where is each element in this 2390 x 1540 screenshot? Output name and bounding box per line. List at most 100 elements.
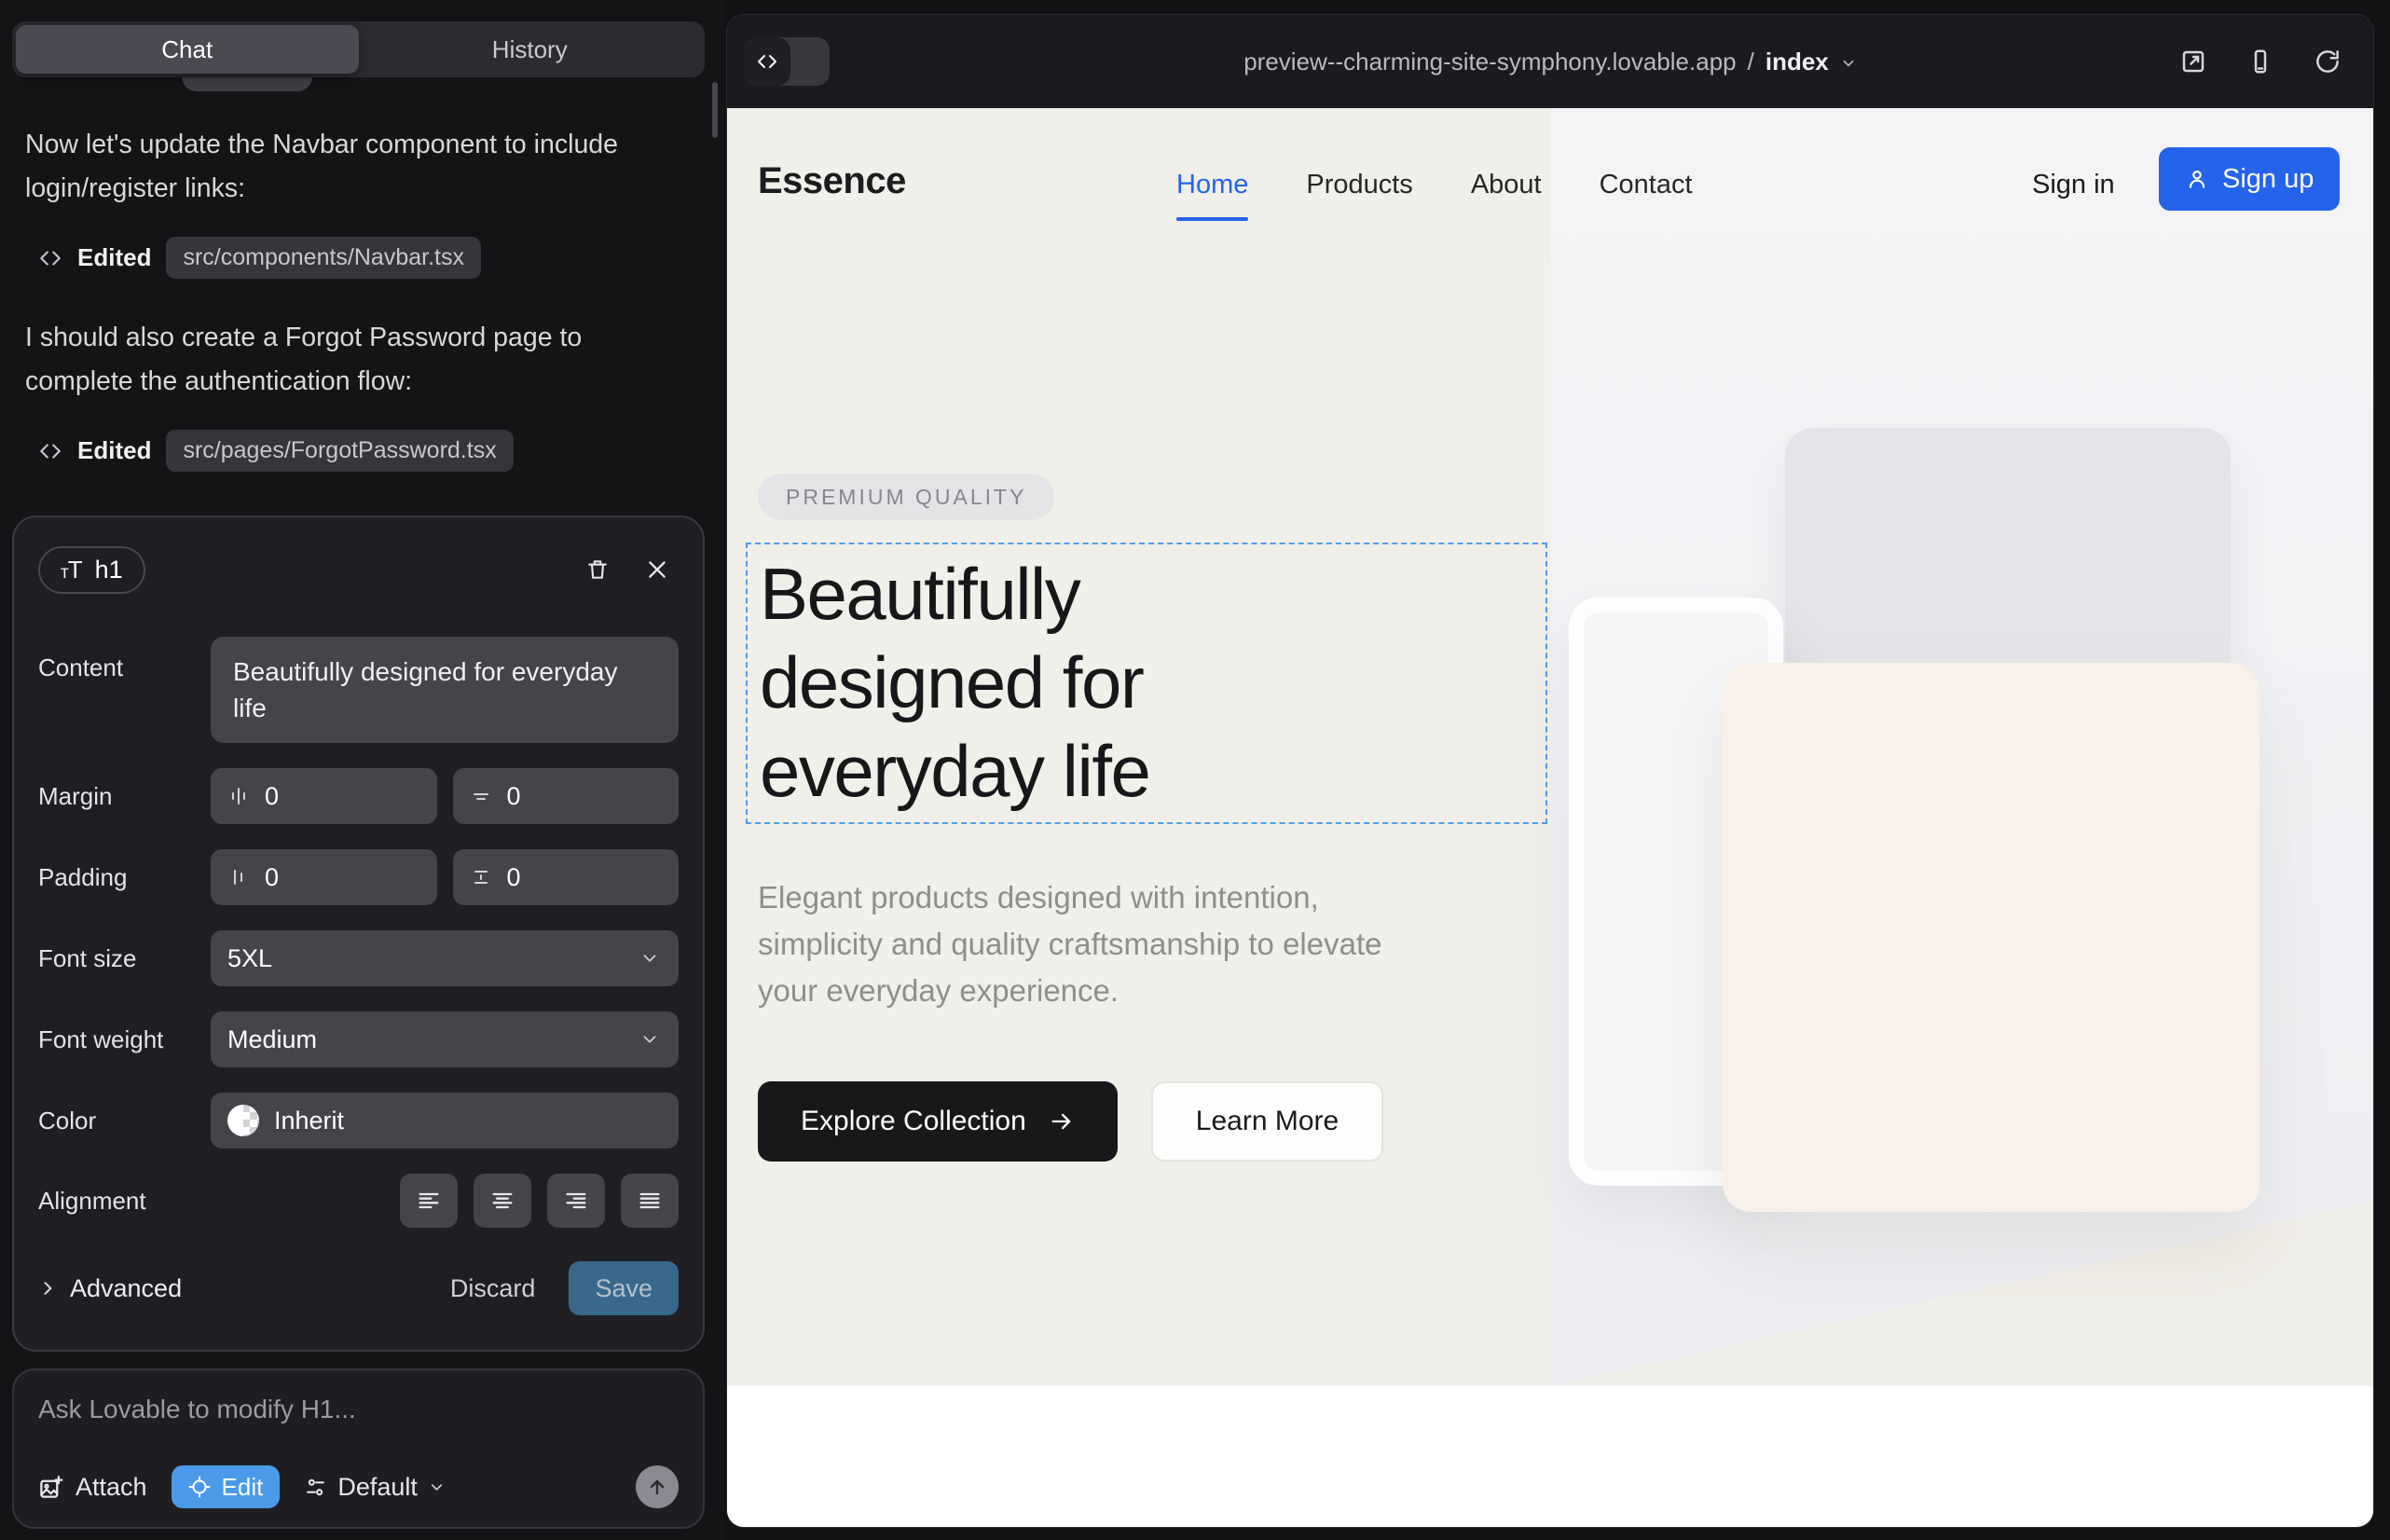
delete-element-button[interactable] bbox=[585, 557, 610, 582]
nav-link-home[interactable]: Home bbox=[1176, 170, 1248, 200]
edit-action-label: Edited bbox=[77, 243, 151, 272]
prompt-input[interactable]: Ask Lovable to modify H1... bbox=[38, 1395, 679, 1424]
padding-x-input[interactable]: 0 bbox=[211, 849, 437, 905]
h1-line: Beautifully bbox=[760, 550, 1545, 639]
margin-y-icon bbox=[470, 785, 492, 807]
preview-page: index bbox=[1765, 48, 1829, 76]
tab-chat[interactable]: Chat bbox=[16, 25, 359, 74]
preview-domain: preview--charming-site-symphony.lovable.… bbox=[1243, 48, 1736, 76]
hero-shape-peach bbox=[1723, 663, 2260, 1212]
content-label: Content bbox=[38, 653, 211, 682]
content-input[interactable]: Beautifully designed for everyday life bbox=[211, 637, 679, 743]
h1-line: everyday life bbox=[760, 727, 1545, 816]
nav-link-contact[interactable]: Contact bbox=[1600, 170, 1693, 200]
alignment-label: Alignment bbox=[38, 1187, 211, 1216]
arrow-right-icon bbox=[1049, 1108, 1075, 1134]
color-label: Color bbox=[38, 1107, 211, 1135]
margin-x-input[interactable]: 0 bbox=[211, 768, 437, 824]
h1-line: designed for bbox=[760, 639, 1545, 727]
selected-h1-element[interactable]: Beautifully designed for everyday life bbox=[746, 543, 1547, 824]
mode-label: Default bbox=[337, 1473, 418, 1502]
chat-sidebar: Chat History ·· Now let's update the Nav… bbox=[0, 0, 725, 1540]
font-weight-select[interactable]: Medium bbox=[211, 1011, 679, 1067]
color-value: Inherit bbox=[274, 1107, 344, 1135]
preview-topbar: preview--charming-site-symphony.lovable.… bbox=[727, 15, 2373, 108]
user-icon bbox=[2185, 167, 2209, 191]
file-chip[interactable]: src/pages/ForgotPassword.tsx bbox=[166, 430, 513, 472]
sliders-icon bbox=[304, 1476, 327, 1499]
element-tag-label: h1 bbox=[95, 556, 123, 584]
explore-collection-button[interactable]: Explore Collection bbox=[758, 1081, 1118, 1162]
padding-label: Padding bbox=[38, 863, 211, 892]
chevron-down-icon bbox=[639, 1029, 660, 1050]
send-button[interactable] bbox=[636, 1465, 679, 1508]
align-center-button[interactable] bbox=[474, 1174, 531, 1228]
hero-badge: PREMIUM QUALITY bbox=[758, 474, 1054, 520]
element-editor-panel: тT h1 Content Beautifully designed for e… bbox=[12, 516, 705, 1352]
code-icon bbox=[38, 439, 62, 463]
learn-more-button[interactable]: Learn More bbox=[1151, 1081, 1383, 1162]
site-canvas: Essence Home Products About Contact Sign… bbox=[727, 108, 2373, 1527]
attach-button[interactable]: Attach bbox=[38, 1473, 147, 1502]
tab-history[interactable]: History bbox=[359, 25, 702, 74]
edit-action-label: Edited bbox=[77, 436, 151, 465]
chevron-down-icon bbox=[1840, 55, 1857, 72]
advanced-label: Advanced bbox=[70, 1274, 182, 1303]
assistant-message: I should also create a Forgot Password p… bbox=[25, 316, 668, 404]
padding-x-value: 0 bbox=[265, 863, 279, 892]
font-size-label: Font size bbox=[38, 944, 211, 973]
chevron-down-icon bbox=[428, 1478, 446, 1496]
file-edit-row: Edited src/pages/ForgotPassword.tsx bbox=[38, 430, 678, 472]
target-icon bbox=[188, 1476, 211, 1498]
file-chip[interactable]: src/components/Navbar.tsx bbox=[166, 237, 481, 279]
edit-label: Edit bbox=[222, 1473, 264, 1502]
align-left-button[interactable] bbox=[400, 1174, 458, 1228]
type-icon: тT bbox=[61, 556, 82, 584]
site-navbar: Essence Home Products About Contact Sign… bbox=[727, 108, 2373, 257]
chevron-down-icon bbox=[639, 948, 660, 969]
sidebar-tabbar: Chat History bbox=[12, 21, 705, 77]
site-logo[interactable]: Essence bbox=[758, 160, 906, 202]
attach-image-icon bbox=[38, 1475, 63, 1500]
font-weight-value: Medium bbox=[227, 1025, 317, 1054]
chat-scrollbar[interactable] bbox=[712, 82, 718, 138]
margin-x-value: 0 bbox=[265, 782, 279, 811]
sign-up-label: Sign up bbox=[2222, 164, 2314, 195]
nav-link-products[interactable]: Products bbox=[1306, 170, 1412, 200]
open-external-button[interactable] bbox=[2179, 48, 2207, 76]
margin-y-input[interactable]: 0 bbox=[453, 768, 680, 824]
file-edit-row: Edited src/components/Navbar.tsx bbox=[38, 237, 678, 279]
cta-primary-label: Explore Collection bbox=[801, 1106, 1026, 1137]
next-section bbox=[727, 1386, 2373, 1527]
padding-x-icon bbox=[227, 866, 250, 888]
discard-button[interactable]: Discard bbox=[450, 1274, 536, 1303]
close-icon[interactable] bbox=[645, 557, 669, 582]
font-weight-label: Font weight bbox=[38, 1025, 211, 1054]
color-select[interactable]: Inherit bbox=[211, 1093, 679, 1148]
selected-element-tag: тT h1 bbox=[38, 546, 145, 594]
align-justify-button[interactable] bbox=[621, 1174, 679, 1228]
sign-up-button[interactable]: Sign up bbox=[2159, 147, 2340, 211]
advanced-toggle[interactable]: Advanced bbox=[38, 1274, 182, 1303]
preview-frame: preview--charming-site-symphony.lovable.… bbox=[727, 15, 2373, 1527]
lovable-app: Chat History ·· Now let's update the Nav… bbox=[0, 0, 2390, 1540]
font-size-select[interactable]: 5XL bbox=[211, 930, 679, 986]
margin-label: Margin bbox=[38, 782, 211, 811]
refresh-button[interactable] bbox=[2314, 48, 2342, 76]
edit-mode-button[interactable]: Edit bbox=[172, 1465, 281, 1508]
mobile-view-button[interactable] bbox=[2246, 48, 2274, 76]
padding-y-input[interactable]: 0 bbox=[453, 849, 680, 905]
chat-messages: Now let's update the Navbar component to… bbox=[25, 123, 678, 509]
sign-in-link[interactable]: Sign in bbox=[2032, 170, 2115, 200]
mode-select[interactable]: Default bbox=[304, 1473, 446, 1502]
margin-y-value: 0 bbox=[507, 782, 521, 811]
save-button[interactable]: Save bbox=[569, 1261, 679, 1315]
preview-url-bar[interactable]: preview--charming-site-symphony.lovable.… bbox=[727, 15, 2373, 108]
url-separator: / bbox=[1748, 48, 1754, 76]
align-right-button[interactable] bbox=[547, 1174, 605, 1228]
margin-x-icon bbox=[227, 785, 250, 807]
chevron-right-icon bbox=[38, 1279, 57, 1298]
transparency-swatch bbox=[227, 1105, 259, 1136]
nav-link-about[interactable]: About bbox=[1471, 170, 1542, 200]
attach-label: Attach bbox=[76, 1473, 147, 1502]
